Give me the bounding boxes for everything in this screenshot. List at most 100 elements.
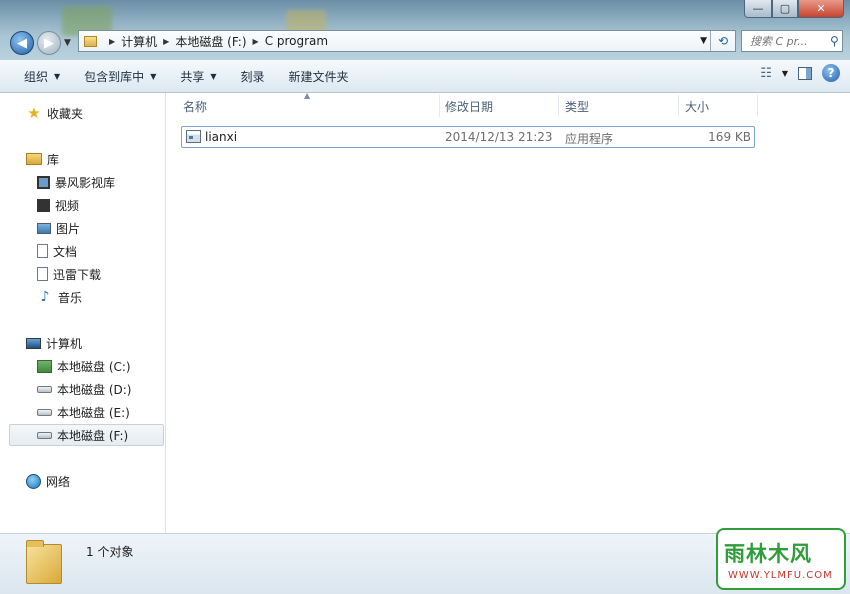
- watermark-url: WWW.YLMFU.COM: [728, 570, 833, 581]
- sidebar-item-label: 库: [47, 152, 60, 167]
- search-icon[interactable]: ⚲: [830, 34, 839, 48]
- share-menu[interactable]: 共享 ▼: [168, 63, 228, 89]
- caret-down-icon: ▼: [54, 71, 61, 81]
- column-divider[interactable]: [757, 95, 758, 117]
- picture-icon: [37, 222, 51, 234]
- include-in-library-menu[interactable]: 包含到库中 ▼: [72, 63, 168, 89]
- file-name: lianxi: [205, 130, 238, 144]
- sidebar-item-music[interactable]: ♪ 音乐: [37, 286, 82, 308]
- recent-pages-dropdown[interactable]: ▼: [64, 38, 71, 48]
- sidebar-item-label: 网络: [46, 474, 71, 489]
- command-bar: 组织 ▼ 包含到库中 ▼ 共享 ▼ 刻录 新建文件夹 ☷ ▼ ?: [0, 60, 850, 93]
- address-bar[interactable]: ▶ 计算机 ▶ 本地磁盘 (F:) ▶ C program ▼ ⟲: [78, 30, 736, 52]
- breadcrumb-drive-f[interactable]: 本地磁盘 (F:): [175, 33, 246, 50]
- sidebar-item-thunder-downloads[interactable]: 迅雷下载: [37, 263, 101, 285]
- application-icon: [186, 130, 201, 143]
- caret-down-icon: ▼: [150, 71, 157, 81]
- burn-button[interactable]: 刻录: [229, 63, 277, 89]
- hard-drive-icon: [37, 431, 52, 439]
- preview-pane-icon[interactable]: [798, 66, 812, 80]
- new-folder-button[interactable]: 新建文件夹: [277, 63, 361, 89]
- column-divider[interactable]: [439, 95, 440, 117]
- address-history-dropdown[interactable]: ▼: [700, 36, 707, 46]
- column-header-label: 名称: [183, 99, 208, 114]
- sidebar-item-drive-d[interactable]: 本地磁盘 (D:): [37, 378, 131, 400]
- chevron-right-icon[interactable]: ▶: [253, 37, 259, 46]
- chevron-right-icon[interactable]: ▶: [109, 37, 115, 46]
- window-controls: — ▢ ✕: [744, 0, 844, 18]
- burn-label: 刻录: [240, 69, 265, 84]
- music-note-icon: ♪: [40, 289, 50, 305]
- search-box[interactable]: ⚲: [741, 30, 843, 52]
- sidebar-item-libraries[interactable]: 库: [26, 148, 59, 170]
- watermark-logo: 雨林木风 WWW.YLMFU.COM: [716, 528, 846, 590]
- breadcrumb-computer[interactable]: 计算机: [121, 33, 157, 50]
- sidebar-item-documents[interactable]: 文档: [37, 240, 77, 262]
- sidebar-item-favorites[interactable]: ★ 收藏夹: [26, 102, 83, 124]
- column-divider[interactable]: [558, 95, 559, 117]
- file-row-lianxi[interactable]: lianxi 2014/12/13 21:23 应用程序 169 KB: [181, 126, 755, 148]
- sidebar-item-label: 计算机: [46, 336, 83, 351]
- folder-icon: [84, 35, 97, 47]
- sidebar-item-label: 暴风影视库: [55, 175, 116, 190]
- view-controls: ☷ ▼ ?: [760, 64, 840, 82]
- library-icon: [26, 153, 42, 165]
- help-icon[interactable]: ?: [822, 64, 840, 82]
- computer-icon: [26, 337, 41, 349]
- arrow-right-icon: ▶: [44, 35, 54, 51]
- item-count: 1 个对象: [86, 545, 134, 559]
- sidebar-item-videos[interactable]: 视频: [37, 194, 79, 216]
- folder-icon: [26, 540, 62, 584]
- view-options-icon[interactable]: ☷: [760, 66, 772, 81]
- star-icon: ★: [27, 104, 41, 122]
- file-size: 169 KB: [708, 130, 751, 144]
- sidebar-item-label: 迅雷下载: [53, 267, 102, 282]
- sidebar-item-computer[interactable]: 计算机: [26, 332, 82, 354]
- sidebar-item-pictures[interactable]: 图片: [37, 217, 80, 239]
- sort-ascending-icon: ▲: [304, 91, 311, 100]
- search-input[interactable]: [742, 33, 830, 49]
- sidebar-item-baofeng[interactable]: 暴风影视库: [37, 171, 115, 193]
- sidebar-item-drive-c[interactable]: 本地磁盘 (C:): [37, 355, 131, 377]
- refresh-icon[interactable]: ⟲: [710, 31, 735, 51]
- sidebar-item-drive-e[interactable]: 本地磁盘 (E:): [37, 401, 130, 423]
- column-divider[interactable]: [678, 95, 679, 117]
- organize-menu[interactable]: 组织 ▼: [12, 63, 72, 89]
- chevron-right-icon[interactable]: ▶: [163, 37, 169, 46]
- maximize-button[interactable]: ▢: [772, 0, 798, 18]
- sidebar-item-label: 音乐: [58, 290, 83, 305]
- back-button[interactable]: ◀: [10, 31, 34, 55]
- file-type: 应用程序: [565, 132, 614, 146]
- column-header-size[interactable]: 大小: [685, 93, 709, 119]
- column-header-label: 修改日期: [445, 99, 494, 114]
- watermark-title: 雨林木风: [724, 542, 812, 566]
- sidebar-item-label: 收藏夹: [47, 106, 84, 121]
- sidebar-item-label: 图片: [56, 221, 81, 236]
- close-button[interactable]: ✕: [798, 0, 844, 18]
- caret-down-icon: ▼: [210, 71, 217, 81]
- video-icon: [37, 198, 50, 212]
- sidebar-item-label: 本地磁盘 (F:): [57, 428, 129, 443]
- sidebar-item-label: 视频: [55, 198, 80, 213]
- column-header-date[interactable]: 修改日期: [445, 93, 493, 119]
- minimize-button[interactable]: —: [744, 0, 772, 18]
- share-label: 共享: [180, 69, 205, 84]
- breadcrumb-c-program[interactable]: C program: [265, 34, 328, 48]
- sidebar-item-label: 本地磁盘 (C:): [57, 359, 131, 374]
- column-header-name[interactable]: 名称: [183, 93, 207, 119]
- document-icon: [37, 244, 48, 258]
- sidebar-item-label: 本地磁盘 (D:): [57, 382, 132, 397]
- sidebar-item-drive-f[interactable]: 本地磁盘 (F:): [9, 424, 164, 446]
- hard-drive-icon: [37, 408, 52, 416]
- network-icon: [26, 473, 41, 489]
- system-drive-icon: [37, 359, 52, 373]
- window-title-bar: — ▢ ✕ ◀ ▶ ▼ ▶ 计算机 ▶ 本地磁盘 (F:) ▶ C progra…: [0, 0, 850, 60]
- column-header-type[interactable]: 类型: [565, 93, 589, 119]
- sidebar-item-network[interactable]: 网络: [26, 470, 70, 492]
- hard-drive-icon: [37, 385, 52, 393]
- navigation-pane: ★ 收藏夹 库 暴风影视库 视频 图片 文档 迅雷下载 ♪ 音乐 计算机 本地磁盘 …: [0, 93, 166, 533]
- caret-down-icon[interactable]: ▼: [782, 69, 788, 78]
- column-header-label: 类型: [565, 99, 590, 114]
- forward-button[interactable]: ▶: [37, 31, 61, 55]
- file-date: 2014/12/13 21:23: [445, 130, 553, 144]
